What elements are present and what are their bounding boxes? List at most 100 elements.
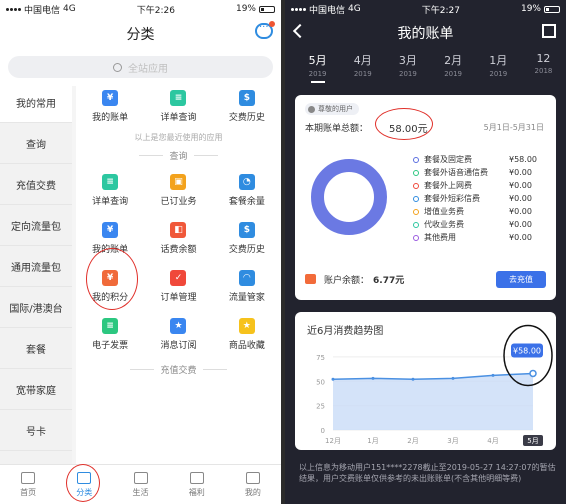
- legend-row: 增值业务费 ¥0.00: [413, 205, 551, 218]
- search-input[interactable]: 全站应用: [8, 56, 273, 78]
- total-label: 本期账单总额：: [305, 124, 369, 134]
- data-point: [451, 376, 455, 380]
- app-tile[interactable]: $ 交费历史: [213, 214, 281, 262]
- legend-value: ¥0.00: [509, 220, 532, 229]
- recharge-button[interactable]: 去充值: [496, 270, 546, 288]
- signal-icon: [6, 7, 21, 11]
- order-icon: ✓: [170, 269, 187, 286]
- app-tile[interactable]: ◠ 流量管家: [213, 262, 281, 310]
- app-tile[interactable]: ≡ 电子发票: [76, 310, 144, 358]
- legend-name: 代收业务费: [424, 220, 464, 229]
- legend-dot: [413, 208, 419, 215]
- data-point: [331, 377, 335, 381]
- app-tile[interactable]: ▣ 已订业务: [144, 166, 212, 214]
- share-icon[interactable]: [542, 24, 556, 38]
- recent-apps-note: 以上是您最近使用的应用: [134, 132, 223, 142]
- legend-value: ¥0.00: [509, 194, 532, 203]
- app-tile[interactable]: $ 交费历史: [213, 82, 281, 130]
- tab-0[interactable]: 首页: [0, 465, 56, 504]
- page-title: 分类: [126, 27, 155, 43]
- month-tab[interactable]: 5月 2019: [295, 52, 340, 86]
- app-tile[interactable]: ★ 商品收藏: [213, 310, 281, 358]
- sidebar-item[interactable]: 通用流量包: [0, 246, 72, 287]
- bill-footnote: 以上信息为移动用户151****2278截止至2019-05-27 14:27:…: [299, 463, 556, 483]
- home-icon: [21, 471, 36, 484]
- clock: 下午2:26: [136, 5, 175, 16]
- app-tile-label: 交费历史: [228, 244, 265, 255]
- back-arrow-icon[interactable]: [292, 23, 308, 39]
- header: 分类: [0, 18, 281, 50]
- balance-label: 账户余额：: [324, 275, 370, 286]
- month-tab[interactable]: 4月 2019: [340, 52, 385, 86]
- battery-percent: 19%: [520, 4, 541, 14]
- app-tile-label: 详单查询: [92, 196, 129, 207]
- month-tab[interactable]: 3月 2019: [385, 52, 430, 86]
- battery-icon: [543, 5, 560, 13]
- app-tile-label: 话费余额: [160, 244, 197, 255]
- sidebar-item[interactable]: 定向流量包: [0, 205, 72, 246]
- trend-chart: 0 25 50 75 12月 1月 2月 3月 4月 5月 ¥58.00: [316, 324, 553, 446]
- x-tick-label: 12月: [325, 437, 341, 445]
- x-tick-label: 3月: [447, 437, 458, 445]
- app-tile[interactable]: ◔ 套餐余量: [213, 166, 281, 214]
- sidebar-item[interactable]: 查询: [0, 123, 72, 164]
- sidebar-item[interactable]: 套餐: [0, 328, 72, 369]
- month-label: 1月: [489, 54, 508, 67]
- year-label: 2019: [489, 70, 508, 78]
- month-label: 3月: [398, 54, 417, 67]
- legend-value: ¥0.00: [509, 207, 532, 216]
- legend-value: ¥0.00: [509, 168, 532, 177]
- unread-badge: [269, 21, 275, 27]
- app-tile[interactable]: ≡ 详单查询: [76, 166, 144, 214]
- tab-3[interactable]: 福利: [169, 465, 225, 504]
- app-tile-label: 已订业务: [160, 196, 197, 207]
- legend-value: ¥0.00: [509, 233, 532, 242]
- app-tile[interactable]: ¥ 我的账单: [76, 214, 144, 262]
- sidebar-item[interactable]: 号卡: [0, 410, 72, 451]
- star-icon: ★: [238, 317, 255, 334]
- legend-dot: [413, 234, 419, 241]
- wallet-icon: [305, 274, 316, 284]
- month-tab[interactable]: 2月 2019: [431, 52, 476, 86]
- month-tab[interactable]: 1月 2019: [476, 52, 521, 86]
- sidebar-item[interactable]: 充值交费: [0, 164, 72, 205]
- tab-label: 首页: [20, 487, 37, 497]
- year-label: 2018: [534, 67, 553, 75]
- sidebar-item[interactable]: 我的常用: [0, 82, 72, 123]
- legend-name: 其他费用: [424, 233, 456, 242]
- y-tick-label: 25: [316, 403, 325, 411]
- data-point: [491, 373, 495, 377]
- section-title-query: 查询: [76, 144, 281, 166]
- app-tile[interactable]: ◧ 话费余额: [144, 214, 212, 262]
- tab-4[interactable]: 我的: [225, 465, 281, 504]
- history-icon: $: [238, 89, 255, 106]
- sidebar-item[interactable]: 国际/港澳台: [0, 287, 72, 328]
- search-placeholder: 全站应用: [128, 63, 168, 75]
- legend-value: ¥58.00: [509, 155, 537, 164]
- app-tile[interactable]: ¥ 我的账单: [76, 82, 144, 130]
- app-tile[interactable]: ≡ 详单查询: [144, 82, 212, 130]
- legend-name: 套餐外短彩信费: [424, 194, 480, 203]
- gift-icon: [189, 471, 204, 484]
- tab-label: 生活: [132, 487, 149, 497]
- sidebar-item[interactable]: 宽带家庭: [0, 369, 72, 410]
- legend-name: 套餐外上网费: [424, 181, 472, 190]
- app-tile[interactable]: ¥ 我的积分: [76, 262, 144, 310]
- signal-icon: [291, 7, 306, 11]
- tab-2[interactable]: 生活: [112, 465, 168, 504]
- wallet-icon: ◧: [170, 221, 187, 238]
- clock: 下午2:27: [421, 5, 460, 16]
- x-tick-label: 4月: [487, 437, 498, 445]
- legend-name: 套餐外语音通信费: [424, 168, 488, 177]
- section-title-recharge: 充值交费: [76, 358, 281, 380]
- app-tile[interactable]: ★ 消息订阅: [144, 310, 212, 358]
- app-tile[interactable]: ✓ 订单管理: [144, 262, 212, 310]
- tab-1[interactable]: 分类: [56, 465, 112, 504]
- tab-label: 我的: [244, 487, 261, 497]
- battery-percent: 19%: [235, 4, 256, 14]
- history-icon: $: [238, 221, 255, 238]
- month-tab[interactable]: 12 2018: [521, 52, 566, 86]
- gauge-icon: ◠: [238, 269, 255, 286]
- x-tick-label: 1月: [367, 437, 378, 445]
- x-tick-label: 2月: [407, 437, 418, 445]
